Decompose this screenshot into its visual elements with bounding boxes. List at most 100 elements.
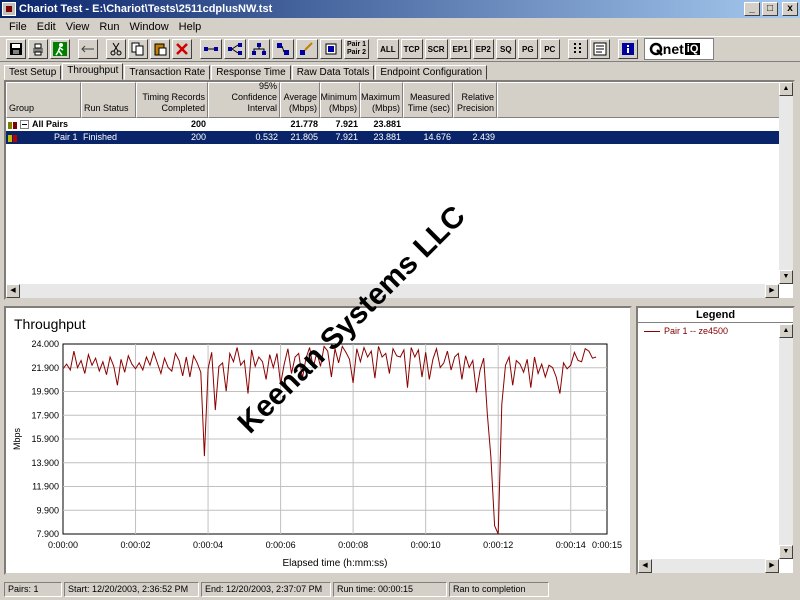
legend-vertical-scrollbar[interactable]: ▲ ▼	[779, 324, 793, 559]
col-average-label: Average (Mbps)	[284, 92, 317, 114]
filter-pg-button[interactable]: PG	[517, 39, 538, 59]
scroll-up-icon[interactable]: ▲	[779, 324, 793, 338]
legend-horizontal-scrollbar[interactable]: ◀ ▶	[638, 559, 779, 573]
filter-sq-button[interactable]: SQ	[495, 39, 516, 59]
col-group[interactable]: Group	[6, 82, 81, 118]
menu-view[interactable]: View	[61, 21, 95, 33]
col-minimum[interactable]: Minimum (Mbps)	[320, 82, 360, 118]
grid-horizontal-scrollbar[interactable]: ◀ ▶	[6, 284, 779, 298]
tab-raw-data-totals[interactable]: Raw Data Totals	[291, 65, 375, 80]
collapse-icon[interactable]	[20, 119, 30, 130]
y-tick-label: 11.900	[32, 482, 59, 492]
add-multicast-button[interactable]	[224, 39, 246, 59]
pair-group-icon	[8, 121, 17, 129]
status-start: Start: 12/20/2003, 2:36:52 PM	[64, 581, 199, 597]
col-confidence[interactable]: 95% Confidence Interval	[208, 82, 280, 118]
col-maximum[interactable]: Maximum (Mbps)	[360, 82, 403, 118]
table-row[interactable]: All Pairs 200 21.778 7.921 23.881	[6, 118, 793, 131]
cell-records: 200	[190, 132, 206, 142]
cell-measured	[403, 118, 453, 131]
col-timing-records[interactable]: Timing Records Completed	[136, 82, 208, 118]
cut-button[interactable]	[106, 39, 126, 59]
run-button[interactable]	[50, 39, 70, 59]
tab-test-setup[interactable]: Test Setup	[4, 65, 62, 80]
table-row[interactable]: Pair 1 Finished 200 0.532 21.805 7.921 2…	[6, 131, 781, 144]
col-timing-records-label: Timing Records Completed	[142, 92, 205, 114]
filter-scr-button[interactable]: SCR	[424, 39, 448, 59]
tab-endpoint-configuration[interactable]: Endpoint Configuration	[375, 65, 488, 80]
network-button[interactable]	[248, 39, 270, 59]
filter-ep2-button[interactable]: EP2	[472, 39, 494, 59]
copy-button[interactable]	[128, 39, 148, 59]
menu-run[interactable]: Run	[94, 21, 124, 33]
edit-pair-button[interactable]	[296, 39, 318, 59]
col-relative-precision[interactable]: Relative Precision	[453, 82, 497, 118]
scroll-right-icon[interactable]: ▶	[765, 559, 779, 573]
results-grid[interactable]: Group Run Status Timing Records Completed…	[4, 80, 795, 300]
y-tick-label: 24.000	[31, 339, 59, 349]
col-run-status-label: Run Status	[84, 103, 129, 113]
stop-button[interactable]	[78, 39, 98, 59]
cell-precision: 2.439	[472, 132, 495, 142]
script-icon	[277, 43, 289, 55]
col-measured-time[interactable]: Measured Time (sec)	[403, 82, 453, 118]
close-button[interactable]: x	[782, 2, 798, 16]
col-run-status[interactable]: Run Status	[81, 82, 136, 118]
y-tick-label: 19.900	[31, 387, 59, 397]
tab-throughput[interactable]: Throughput	[62, 63, 124, 80]
tab-transaction-rate[interactable]: Transaction Rate	[124, 65, 211, 80]
legend-title: Legend	[638, 308, 793, 323]
netiq-logo: net iQ	[643, 38, 714, 60]
filter-ep1-button[interactable]: EP1	[449, 39, 471, 59]
info-button[interactable]	[617, 39, 638, 59]
chariot-app-icon[interactable]	[2, 2, 16, 16]
col-relative-line2: Precision	[456, 103, 494, 113]
pair-swap-button[interactable]: Pair 1 Pair 2	[344, 39, 370, 59]
scroll-left-icon[interactable]: ◀	[6, 284, 20, 298]
filter-pc-button[interactable]: PC	[539, 39, 560, 59]
pair-link-icon	[204, 47, 218, 51]
x-tick-label: 0:00:15	[592, 540, 622, 550]
print-button[interactable]	[28, 39, 48, 59]
menu-file[interactable]: File	[4, 21, 32, 33]
delete-button[interactable]	[172, 39, 192, 59]
toolbar: Pair 1 Pair 2 ALL TCP SCR EP1 EP2 SQ PG …	[0, 36, 800, 62]
maximize-button[interactable]: □	[762, 2, 778, 16]
x-tick-label: 0:00:02	[121, 540, 151, 550]
cell-records: 200	[190, 119, 206, 129]
minimize-button[interactable]: _	[744, 2, 760, 16]
endpoint-button[interactable]	[320, 39, 342, 59]
col-relative-precision-label: Relative Precision	[457, 92, 494, 114]
paste-button[interactable]	[150, 39, 170, 59]
col-measured-line1: Measured	[409, 92, 450, 102]
cell-group-text: Pair 1	[54, 132, 78, 142]
cell-group: Pair 1	[6, 131, 81, 144]
save-button[interactable]	[6, 39, 26, 59]
throughput-chart-pane: Throughput 24.000 21.900 19.900 17.900 15.90…	[4, 306, 632, 575]
scroll-right-icon[interactable]: ▶	[765, 284, 779, 298]
cell-minimum: 7.921	[335, 132, 358, 142]
scroll-down-icon[interactable]: ▼	[779, 545, 793, 559]
scroll-up-icon[interactable]: ▲	[779, 82, 793, 96]
filter-tcp-button[interactable]: TCP	[400, 39, 423, 59]
grid-vertical-scrollbar[interactable]: ▲ ▼	[779, 82, 793, 284]
scroll-down-icon[interactable]: ▼	[779, 270, 793, 284]
col-timing-records-line2: Completed	[161, 103, 205, 113]
menu-edit[interactable]: Edit	[32, 21, 61, 33]
menu-help[interactable]: Help	[174, 21, 207, 33]
col-average[interactable]: Average (Mbps)	[280, 82, 320, 118]
script-button[interactable]	[272, 39, 294, 59]
scroll-left-icon[interactable]: ◀	[638, 559, 652, 573]
grid-view-button[interactable]	[567, 39, 588, 59]
list-view-button[interactable]	[589, 39, 610, 59]
cell-status: Finished	[83, 132, 118, 142]
x-tick-label: 0:00:00	[48, 540, 78, 550]
x-tick-label: 0:00:06	[266, 540, 296, 550]
network-icon	[252, 43, 266, 55]
legend-entry[interactable]: Pair 1 -- ze4500	[638, 323, 793, 336]
filter-all-button[interactable]: ALL	[377, 39, 399, 59]
menu-window[interactable]: Window	[125, 21, 174, 33]
add-pair-button[interactable]	[200, 39, 222, 59]
tab-response-time[interactable]: Response Time	[211, 65, 291, 80]
col-confidence-line2: Interval	[247, 103, 277, 113]
